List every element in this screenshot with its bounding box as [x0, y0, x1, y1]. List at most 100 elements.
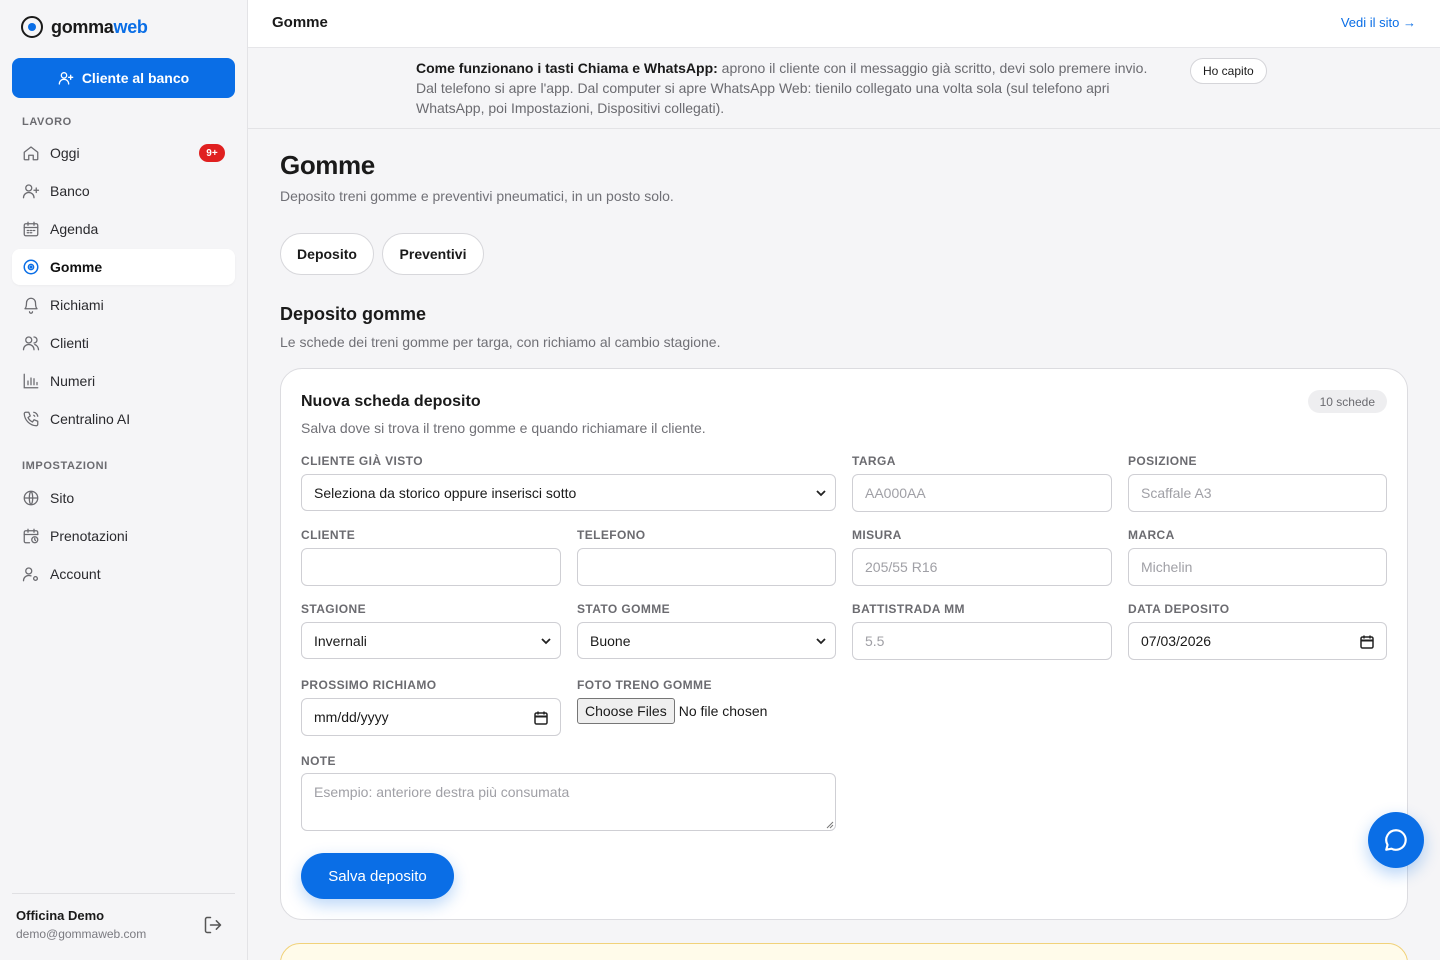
data-deposito-label: DATA DEPOSITO [1128, 602, 1230, 616]
globe-icon [23, 490, 39, 506]
sidebar: gommaweb Cliente al banco LAVORO Oggi 9+… [0, 0, 248, 960]
header-title: Gomme [272, 14, 328, 31]
brand-name-part2: web [113, 16, 148, 37]
sidebar-item-label: Clienti [50, 335, 89, 351]
stagione-label: STAGIONE [301, 602, 366, 616]
tab-deposito[interactable]: Deposito [280, 233, 374, 275]
salva-deposito-button[interactable]: Salva deposito [301, 853, 454, 899]
targa-label: TARGA [852, 454, 896, 468]
brand-name-part1: gomma [51, 16, 114, 37]
cliente-input[interactable] [301, 548, 561, 586]
user-plus-icon [58, 72, 74, 85]
battistrada-input[interactable] [852, 622, 1112, 660]
user-plus-icon [22, 184, 40, 199]
calendar-icon[interactable] [1360, 635, 1374, 649]
marca-label: MARCA [1128, 528, 1175, 542]
tire-icon [23, 259, 39, 275]
sidebar-item-clienti[interactable]: Clienti [12, 325, 235, 361]
users-icon [22, 336, 40, 351]
prossimo-richiamo-label: PROSSIMO RICHIAMO [301, 678, 437, 692]
sidebar-item-label: Centralino AI [50, 411, 131, 427]
section-label-lavoro: LAVORO [22, 116, 72, 128]
chat-button[interactable] [1368, 812, 1424, 868]
next-card-partial [280, 943, 1408, 960]
chat-bubble-icon [1385, 829, 1407, 851]
sidebar-item-centralino-ai[interactable]: Centralino AI [12, 401, 235, 437]
cliente-visto-label: CLIENTE GIÀ VISTO [301, 454, 423, 468]
misura-label: MISURA [852, 528, 902, 542]
page-title: Gomme [280, 150, 375, 180]
battistrada-label: BATTISTRADA MM [852, 602, 965, 616]
ho-capito-button[interactable]: Ho capito [1190, 58, 1267, 84]
banner-bold: Come funzionano i tasti Chiama e WhatsAp… [416, 60, 718, 76]
stagione-wrap: Invernali [301, 622, 561, 659]
section-title: Deposito gomme [280, 304, 427, 324]
banner-text: Come funzionano i tasti Chiama e WhatsAp… [416, 58, 1172, 118]
tire-logo-icon [21, 16, 43, 38]
prossimo-richiamo-value: mm/dd/yyyy [314, 709, 389, 725]
phone-icon [23, 411, 39, 427]
sidebar-item-oggi[interactable]: Oggi 9+ [12, 135, 235, 171]
sidebar-item-richiami[interactable]: Richiami [12, 287, 235, 323]
sidebar-item-prenotazioni[interactable]: Prenotazioni [12, 518, 235, 554]
sidebar-item-label: Richiami [50, 297, 104, 313]
sidebar-item-banco[interactable]: Banco [12, 173, 235, 209]
note-label: NOTE [301, 754, 336, 768]
targa-input[interactable] [852, 474, 1112, 512]
sidebar-item-label: Agenda [50, 221, 99, 237]
misura-input[interactable] [852, 548, 1112, 586]
sidebar-item-label: Prenotazioni [50, 528, 128, 544]
cliente-visto-select[interactable]: Seleziona da storico oppure inserisci so… [301, 474, 836, 511]
cliente-visto-wrap: Seleziona da storico oppure inserisci so… [301, 474, 836, 511]
home-icon [23, 146, 39, 161]
prossimo-richiamo-input[interactable]: mm/dd/yyyy [301, 698, 561, 736]
user-name: Officina Demo [16, 908, 105, 923]
bell-icon [24, 297, 38, 314]
note-textarea[interactable] [301, 773, 836, 831]
bar-chart-icon [23, 373, 39, 389]
sidebar-item-label: Numeri [50, 373, 96, 389]
posizione-label: POSIZIONE [1128, 454, 1197, 468]
stato-gomme-select[interactable]: Buone [577, 622, 836, 659]
tab-preventivi[interactable]: Preventivi [382, 233, 484, 275]
posizione-input[interactable] [1128, 474, 1387, 512]
sidebar-item-label: Sito [50, 490, 75, 506]
data-deposito-input[interactable]: 07/03/2026 [1128, 622, 1387, 660]
deposito-form-card: Nuova scheda deposito Salva dove si trov… [280, 368, 1408, 920]
marca-input[interactable] [1128, 548, 1387, 586]
foto-file-input: Choose Files No file chosen [577, 698, 767, 724]
form-title: Nuova scheda deposito [301, 393, 481, 410]
sidebar-item-gomme[interactable]: Gomme [12, 249, 235, 285]
page-subtitle: Deposito treni gomme e preventivi pneuma… [280, 188, 674, 204]
section-subtitle: Le schede dei treni gomme per targa, con… [280, 334, 721, 350]
stagione-select[interactable]: Invernali [301, 622, 561, 659]
sidebar-item-label: Account [50, 566, 101, 582]
brand-logo[interactable]: gommaweb [21, 16, 148, 38]
schede-count-badge: 10 schede [1307, 390, 1387, 413]
choose-files-button[interactable]: Choose Files [577, 698, 675, 724]
notification-badge: 9+ [199, 144, 225, 162]
sidebar-item-numeri[interactable]: Numeri [12, 363, 235, 399]
telefono-label: TELEFONO [577, 528, 646, 542]
sidebar-item-agenda[interactable]: Agenda [12, 211, 235, 247]
sidebar-item-label: Banco [50, 183, 90, 199]
logout-icon[interactable] [203, 915, 223, 935]
form-subtitle: Salva dove si trova il treno gomme e qua… [301, 420, 706, 436]
vedi-il-sito-link[interactable]: Vedi il sito → [1341, 15, 1416, 30]
sidebar-item-sito[interactable]: Sito [12, 480, 235, 516]
calendar-icon [23, 221, 39, 237]
cliente-al-banco-button[interactable]: Cliente al banco [12, 58, 235, 98]
sidebar-divider [12, 893, 235, 894]
cliente-label: CLIENTE [301, 528, 356, 542]
top-header: Gomme Vedi il sito → [248, 0, 1440, 48]
sidebar-item-account[interactable]: Account [12, 556, 235, 592]
stato-gomme-wrap: Buone [577, 622, 836, 659]
cta-label: Cliente al banco [81, 70, 190, 86]
sidebar-item-label: Oggi [50, 145, 80, 161]
calendar-clock-icon [23, 528, 39, 544]
calendar-icon[interactable] [534, 711, 548, 725]
sidebar-item-label: Gomme [50, 259, 103, 275]
user-email: demo@gommaweb.com [16, 927, 147, 941]
stato-gomme-label: STATO GOMME [577, 602, 671, 616]
telefono-input[interactable] [577, 548, 836, 586]
